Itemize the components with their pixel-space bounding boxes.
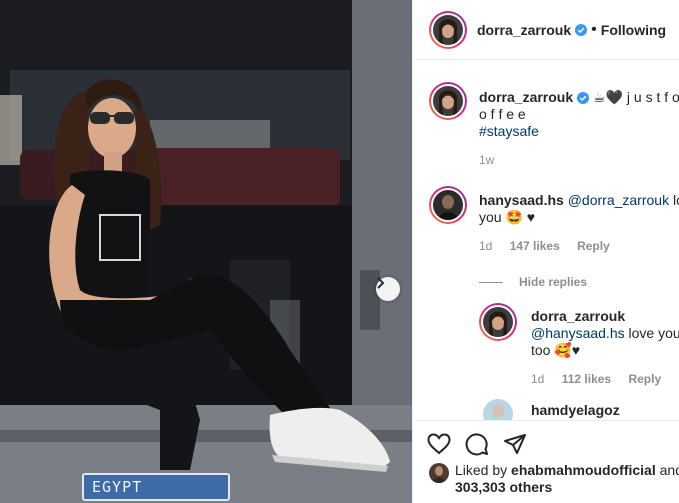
comment-mention[interactable]: @dorra_zarrouk [568, 192, 669, 208]
avatar[interactable] [479, 303, 517, 341]
comment-username[interactable]: hanysaad.hs [479, 192, 564, 208]
reply-reply-button[interactable]: Reply [628, 372, 661, 386]
caption-emojis: ☕🖤 [593, 89, 624, 105]
header-username[interactable]: dorra_zarrouk [477, 22, 571, 38]
profile-picture [433, 86, 463, 116]
reply-username[interactable]: dorra_zarrouk [531, 308, 625, 324]
like-button[interactable] [427, 432, 451, 455]
avatar[interactable] [479, 395, 517, 420]
verified-badge-icon [575, 23, 588, 36]
avatar[interactable] [429, 82, 467, 120]
reply-text-line2: too 🥰♥ [531, 342, 581, 358]
chevron-right-icon [377, 277, 385, 289]
post-photo[interactable]: EGYPT [0, 0, 412, 503]
comment-text-line2: you 🤩 ♥ [479, 209, 536, 225]
next-comment: hamdyelagoz [479, 395, 620, 420]
reply-likes[interactable]: 112 likes [562, 372, 611, 386]
following-button[interactable]: Following [601, 22, 666, 38]
comment-likes[interactable]: 147 likes [510, 239, 560, 253]
caption [429, 82, 467, 120]
license-plate: EGYPT [82, 473, 230, 501]
liked-by-and: and [659, 462, 679, 478]
profile-picture [483, 307, 513, 337]
comment-icon [465, 432, 488, 455]
caption-username[interactable]: dorra_zarrouk [479, 89, 573, 105]
caption-body: dorra_zarrouk ☕🖤 j u s t f o o f f e e #… [479, 89, 679, 167]
reply: dorra_zarrouk @hanysaad.hs love you too … [531, 308, 679, 386]
profile-picture [483, 399, 513, 420]
post-side-panel: dorra_zarrouk • Following dorra_zarrouk … [412, 0, 679, 503]
liked-by-count[interactable]: 303,303 others [455, 479, 552, 495]
liker-avatar[interactable] [429, 463, 449, 483]
share-icon [504, 433, 526, 454]
caption-text-line2: o f f e e [479, 106, 526, 122]
caption-text-line1: j u s t f o [626, 89, 679, 105]
hide-replies-button[interactable]: Hide replies [479, 275, 679, 289]
comment-button[interactable] [465, 432, 489, 456]
profile-picture [433, 190, 463, 220]
liked-by-username[interactable]: ehabmahmoudofficial [511, 462, 656, 478]
comment-text-line1: love [672, 192, 679, 208]
liked-by-prefix: Liked by [455, 462, 512, 478]
post-header: dorra_zarrouk • Following [413, 0, 679, 60]
comment-avatar-row [429, 186, 467, 224]
verified-badge-icon [577, 92, 590, 104]
separator-dot: • [591, 20, 597, 38]
next-comment-username[interactable]: hamdyelagoz [531, 402, 620, 419]
photo-illustration [0, 0, 412, 503]
caption-hashtag[interactable]: #staysafe [479, 123, 679, 140]
comment-reply-button[interactable]: Reply [577, 239, 610, 253]
liked-by: Liked by ehabmahmoudofficial and 303,303… [429, 462, 679, 496]
caption-time[interactable]: 1w [479, 153, 679, 167]
comments-list[interactable]: dorra_zarrouk ☕🖤 j u s t f o o f f e e #… [413, 61, 679, 420]
heart-icon [427, 432, 451, 454]
avatar[interactable] [429, 10, 467, 49]
next-photo-button[interactable] [376, 277, 400, 301]
reply-mention[interactable]: @hanysaad.hs [531, 325, 625, 341]
reply-text: love you [624, 325, 679, 341]
comment-time[interactable]: 1d [479, 239, 492, 253]
profile-picture [433, 14, 463, 45]
share-button[interactable] [503, 432, 527, 456]
reply-avatar-row [479, 303, 517, 341]
avatar[interactable] [429, 186, 467, 224]
divider-line [479, 281, 503, 283]
comment: hanysaad.hs @dorra_zarrouk love you 🤩 ♥ … [479, 192, 679, 289]
reply-time[interactable]: 1d [531, 372, 544, 386]
hide-replies-label: Hide replies [519, 275, 588, 289]
post-actions [413, 420, 679, 466]
